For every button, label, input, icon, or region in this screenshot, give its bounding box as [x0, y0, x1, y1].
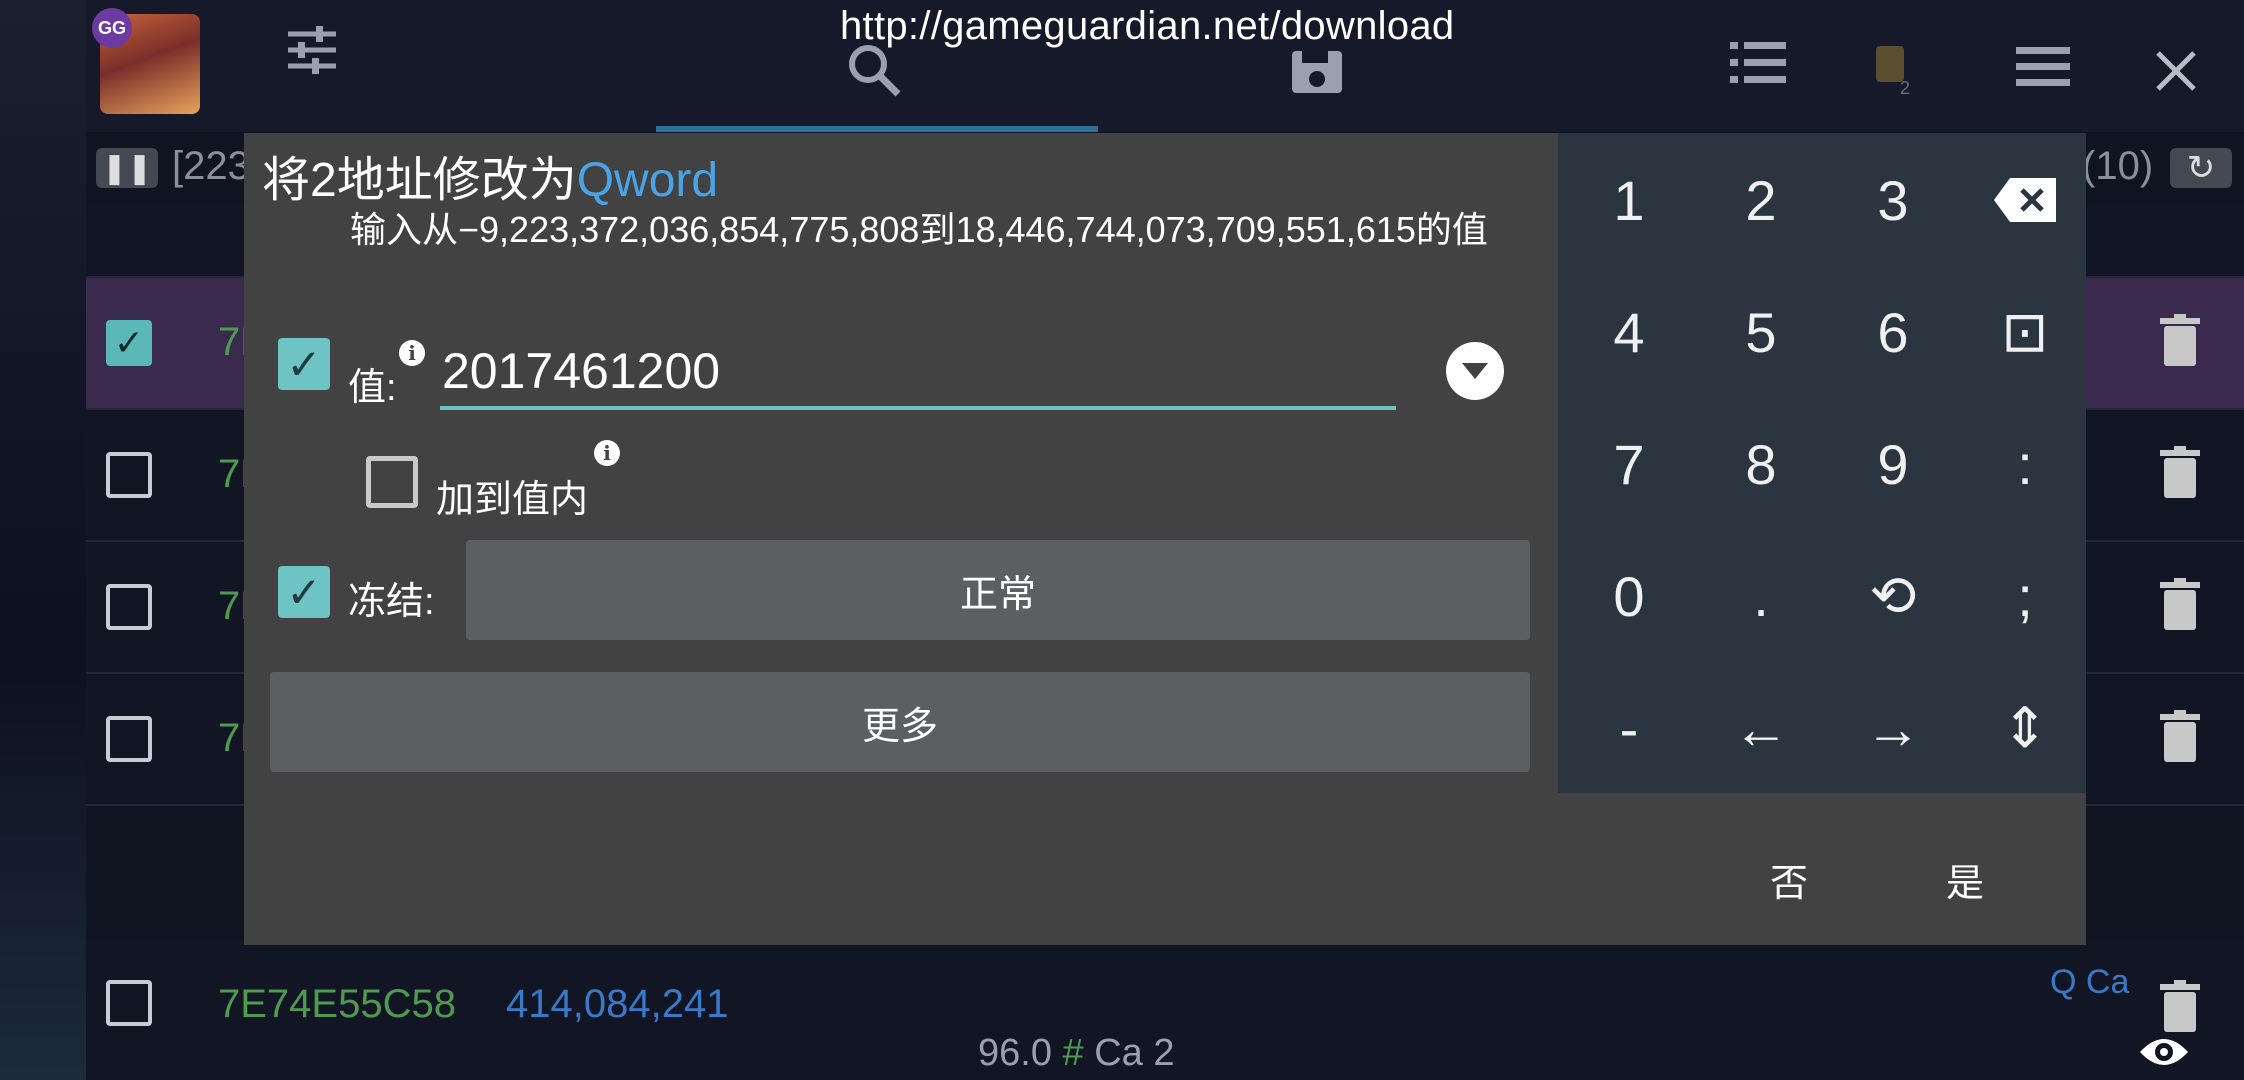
- results-count-right: (10): [2082, 144, 2154, 188]
- key-9[interactable]: 9: [1828, 399, 1958, 529]
- key-semicolon[interactable]: ;: [1960, 531, 2090, 661]
- save-icon[interactable]: [1290, 46, 1344, 108]
- bottom-region: Ca 2: [1094, 1032, 1175, 1074]
- key-8[interactable]: 8: [1696, 399, 1826, 529]
- trash-icon[interactable]: [2160, 446, 2200, 500]
- trash-icon[interactable]: [2160, 710, 2200, 764]
- row-address: 7E74E55C58: [218, 982, 456, 1026]
- freeze-checkbox[interactable]: ✓: [278, 566, 330, 618]
- list-icon[interactable]: [1730, 38, 1786, 101]
- bottom-info-bar: 96.0 # Ca 2: [978, 1032, 1175, 1075]
- key-7[interactable]: 7: [1564, 399, 1694, 529]
- key-minus[interactable]: -: [1564, 663, 1694, 793]
- key-0[interactable]: 0: [1564, 531, 1694, 661]
- row-checkbox[interactable]: [106, 980, 152, 1026]
- add-info-icon[interactable]: i: [594, 440, 620, 466]
- row-checkbox[interactable]: ✓: [106, 320, 152, 366]
- left-arrow-icon[interactable]: ←: [1696, 663, 1826, 793]
- key-colon[interactable]: :: [1960, 399, 2090, 529]
- key-1[interactable]: 1: [1564, 135, 1694, 265]
- row-type-tag: Q Ca: [2050, 963, 2130, 1001]
- right-arrow-icon[interactable]: →: [1828, 663, 1958, 793]
- backspace-icon[interactable]: [1960, 135, 2090, 265]
- yes-button[interactable]: 是: [1946, 852, 1984, 907]
- key-6[interactable]: 6: [1828, 267, 1958, 397]
- trash-icon[interactable]: [2160, 314, 2200, 368]
- add-to-value-label: 加到值内: [436, 479, 589, 521]
- key-4[interactable]: 4: [1564, 267, 1694, 397]
- menu-icon[interactable]: [2016, 40, 2070, 102]
- add-to-value-checkbox[interactable]: [366, 456, 418, 508]
- key-2[interactable]: 2: [1696, 135, 1826, 265]
- value-input[interactable]: [440, 336, 1396, 410]
- results-count-left: [223: [172, 144, 250, 188]
- dialog-title: 将2地址修改为Qword: [262, 140, 718, 210]
- pause-button[interactable]: ❚❚: [96, 148, 158, 188]
- eye-icon[interactable]: [2138, 1032, 2190, 1072]
- select-icon[interactable]: ⊡: [1960, 267, 2090, 397]
- key-dot[interactable]: .: [1696, 531, 1826, 661]
- refresh-button[interactable]: ↻: [2170, 148, 2232, 188]
- dialog-title-text: 将2地址修改为: [262, 154, 577, 207]
- history-icon[interactable]: ⟲: [1828, 531, 1958, 661]
- freeze-label: 冻结:: [348, 581, 435, 623]
- trash-icon[interactable]: [2160, 578, 2200, 632]
- row-value: 414,084,241: [506, 982, 729, 1026]
- value-dropdown-button[interactable]: [1446, 342, 1504, 400]
- bottom-value: 96.0: [978, 1032, 1052, 1074]
- dialog-range-hint: 输入从−9,223,372,036,854,775,808到18,446,744…: [350, 209, 1488, 250]
- gameguardian-badge: GG: [92, 8, 132, 48]
- dialog-type-label: Qword: [576, 154, 719, 207]
- history-icon[interactable]: 2: [1872, 36, 1912, 109]
- trash-icon[interactable]: [2160, 980, 2200, 1034]
- sliders-icon[interactable]: [282, 20, 342, 93]
- bottom-hash: #: [1062, 1032, 1084, 1074]
- no-button[interactable]: 否: [1770, 852, 1808, 907]
- value-checkbox[interactable]: ✓: [278, 338, 330, 390]
- download-url-text: http://gameguardian.net/download: [840, 4, 1455, 48]
- row-checkbox[interactable]: [106, 452, 152, 498]
- row-checkbox[interactable]: [106, 716, 152, 762]
- search-icon[interactable]: [846, 42, 902, 111]
- svg-text:2: 2: [1900, 78, 1910, 96]
- left-edge-strip: [0, 0, 86, 1080]
- value-label: 值:: [348, 367, 397, 409]
- close-icon[interactable]: [2154, 44, 2198, 106]
- more-button[interactable]: 更多: [270, 672, 1530, 772]
- row-checkbox[interactable]: [106, 584, 152, 630]
- value-info-icon[interactable]: i: [399, 340, 425, 366]
- key-5[interactable]: 5: [1696, 267, 1826, 397]
- key-3[interactable]: 3: [1828, 135, 1958, 265]
- freeze-mode-select[interactable]: 正常: [466, 540, 1530, 640]
- expand-icon[interactable]: ⇕: [1960, 663, 2090, 793]
